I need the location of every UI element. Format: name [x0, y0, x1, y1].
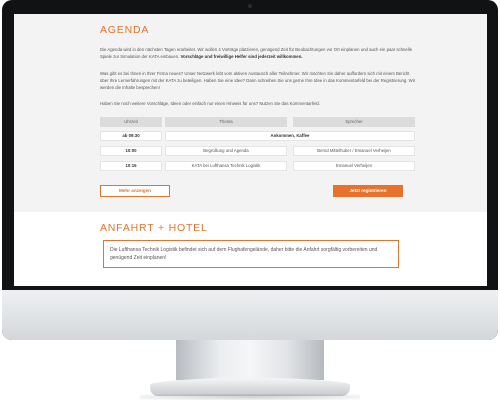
table-header-topic: Thema	[165, 117, 287, 127]
table-row-3-speaker: Emanuel Verheijen	[293, 161, 415, 171]
anfahrt-info-box: Die Lufthansa Technik Logistik befindet …	[103, 240, 399, 268]
monitor-stand	[176, 340, 324, 380]
stand-shadow	[140, 394, 360, 400]
table-row-3-time: 10:15	[100, 161, 162, 171]
table-row-3-topic: KATA bei Lufthansa Technik Logistik	[165, 161, 287, 171]
table-row-2-speaker: Bernd Mittelhuber / Emanuel Verheijen	[293, 146, 415, 156]
more-button[interactable]: Mehr anzeigen	[100, 185, 170, 197]
monitor-chin	[2, 290, 498, 340]
monitor-screen: AGENDA Die Agenda wird in den nächsten T…	[14, 14, 487, 286]
anfahrt-title: ANFAHRT + HOTEL	[100, 222, 208, 234]
agenda-intro-bold: Vorschläge und freiwillige Helfer sind j…	[180, 54, 303, 59]
agenda-intro-paragraph: Die Agenda wird in den nächsten Tagen er…	[100, 46, 418, 60]
agenda-section: AGENDA Die Agenda wird in den nächsten T…	[14, 14, 487, 212]
agenda-paragraph-2: Was gibt es bei Ihnen in Ihrer Firma neu…	[100, 71, 416, 90]
camera-icon	[248, 4, 252, 8]
anfahrt-info-text: Die Lufthansa Technik Logistik befindet …	[110, 247, 378, 261]
agenda-paragraph-3: Haben Sie noch weitere Vorschläge, Ideen…	[100, 101, 320, 106]
register-button[interactable]: Jetzt registrieren	[333, 185, 403, 197]
table-row-1-merged: Ankommen, Kaffee	[165, 131, 415, 141]
table-row-1-time: ab 09:30	[100, 131, 162, 141]
table-row-2-topic: Begrüßung und Agenda	[165, 146, 287, 156]
table-header-speaker: Sprecher	[293, 117, 415, 127]
table-row-2-time: 10:00	[100, 146, 162, 156]
table-header-time: Uhrzeit	[100, 117, 162, 127]
agenda-title: AGENDA	[100, 24, 150, 36]
